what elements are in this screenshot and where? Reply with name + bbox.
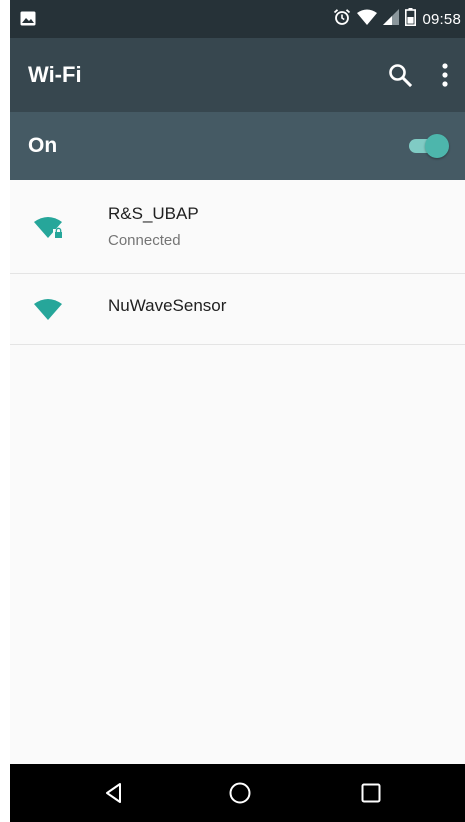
page-title: Wi-Fi (28, 62, 82, 87)
wifi-locked-icon (34, 216, 64, 240)
network-item[interactable]: R&S_UBAP Connected (10, 180, 465, 274)
home-icon[interactable] (228, 781, 252, 805)
status-time: 09:58 (422, 10, 461, 28)
navigation-bar (10, 764, 465, 822)
network-name: R&S_UBAP (108, 204, 199, 223)
network-list: R&S_UBAP Connected NuWaveSensor (10, 180, 465, 345)
wifi-master-switch-bar[interactable]: On (10, 112, 465, 180)
network-name: NuWaveSensor (108, 296, 227, 315)
toggle-thumb (425, 134, 449, 158)
wifi-icon (34, 298, 64, 322)
back-icon[interactable] (102, 781, 126, 805)
status-bar: 09:58 (10, 0, 465, 38)
recents-icon[interactable] (359, 781, 383, 805)
network-status: Connected (108, 232, 181, 249)
app-bar: Wi-Fi (10, 38, 465, 112)
wifi-toggle[interactable] (405, 133, 449, 159)
more-vert-icon[interactable] (435, 62, 455, 88)
status-icons: 09:58 (333, 0, 465, 38)
image-notification-icon (20, 11, 36, 31)
wifi-signal-icon (357, 9, 378, 30)
alarm-icon (333, 8, 351, 31)
cell-signal-icon (383, 8, 400, 30)
network-item[interactable]: NuWaveSensor (10, 274, 465, 345)
battery-icon (405, 7, 417, 31)
search-icon[interactable] (387, 62, 413, 88)
screen: 09:58 Wi-Fi On R&S_UBAP Connected NuWave… (10, 0, 465, 822)
wifi-state-label: On (28, 134, 58, 157)
